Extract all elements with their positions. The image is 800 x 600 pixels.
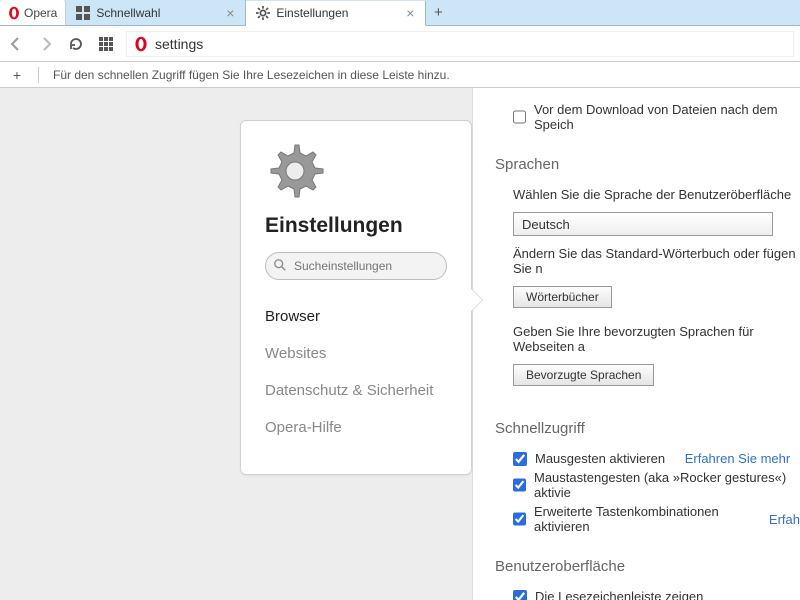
mouse-gestures-checkbox[interactable] bbox=[513, 452, 527, 466]
sidebar-wrap: Einstellungen Browser Websites Datenschu… bbox=[0, 88, 472, 600]
sidebar-item-websites[interactable]: Websites bbox=[265, 335, 447, 372]
download-ask-checkbox-row: Vor dem Download von Dateien nach dem Sp… bbox=[495, 102, 800, 132]
opera-menu-label: Opera bbox=[24, 6, 57, 20]
preferred-languages-button[interactable]: Bevorzugte Sprachen bbox=[513, 364, 654, 386]
preferred-languages-label: Geben Sie Ihre bevorzugten Sprachen für … bbox=[513, 324, 800, 354]
new-tab-button[interactable]: + bbox=[426, 4, 450, 21]
settings-sidebar: Einstellungen Browser Websites Datenschu… bbox=[240, 120, 472, 475]
close-icon[interactable]: × bbox=[223, 6, 237, 20]
divider bbox=[38, 67, 39, 83]
speed-dial-icon bbox=[76, 6, 90, 20]
settings-search-input[interactable] bbox=[265, 252, 447, 280]
show-bookmark-bar-checkbox[interactable] bbox=[513, 590, 527, 600]
opera-logo-icon bbox=[133, 36, 149, 52]
url-input[interactable] bbox=[155, 36, 787, 52]
download-ask-label: Vor dem Download von Dateien nach dem Sp… bbox=[534, 102, 800, 132]
section-ui: Benutzeroberfläche bbox=[495, 558, 800, 575]
back-button[interactable] bbox=[6, 34, 26, 54]
rocker-gestures-checkbox[interactable] bbox=[513, 478, 526, 492]
speed-dial-button[interactable] bbox=[96, 34, 116, 54]
toolbar bbox=[0, 26, 800, 62]
sidebar-item-browser[interactable]: Browser bbox=[265, 298, 447, 335]
tab-schnellwahl[interactable]: Schnellwahl × bbox=[66, 0, 246, 25]
search-icon bbox=[273, 258, 287, 272]
close-icon[interactable]: × bbox=[403, 6, 417, 20]
tab-einstellungen[interactable]: Einstellungen × bbox=[246, 1, 426, 26]
dictionary-label: Ändern Sie das Standard-Wörterbuch oder … bbox=[513, 246, 800, 276]
sidebar-item-privacy[interactable]: Datenschutz & Sicherheit bbox=[265, 372, 447, 409]
reload-button[interactable] bbox=[66, 34, 86, 54]
dictionaries-button[interactable]: Wörterbücher bbox=[513, 286, 612, 308]
address-bar[interactable] bbox=[126, 31, 794, 57]
settings-content: Vor dem Download von Dateien nach dem Sp… bbox=[472, 88, 800, 600]
section-quickaccess: Schnellzugriff bbox=[495, 420, 800, 437]
sidebar-item-help[interactable]: Opera-Hilfe bbox=[265, 409, 447, 446]
gear-icon-large bbox=[265, 141, 325, 201]
section-languages: Sprachen bbox=[495, 156, 800, 173]
settings-search bbox=[265, 252, 447, 280]
ui-language-select[interactable]: Deutsch bbox=[513, 212, 773, 236]
advanced-shortcuts-link[interactable]: Erfah bbox=[769, 512, 800, 527]
mouse-gestures-label: Mausgesten aktivieren bbox=[535, 451, 665, 466]
bookmark-bar: + Für den schnellen Zugriff fügen Sie Ih… bbox=[0, 62, 800, 88]
ui-language-label: Wählen Sie die Sprache der Benutzeröberf… bbox=[513, 187, 800, 202]
page-title: Einstellungen bbox=[265, 214, 447, 238]
tab-bar: Opera Schnellwahl × Einstellungen × + bbox=[0, 0, 800, 26]
advanced-shortcuts-checkbox[interactable] bbox=[513, 512, 526, 526]
advanced-shortcuts-label: Erweiterte Tastenkombinationen aktiviere… bbox=[534, 504, 749, 534]
gear-icon bbox=[256, 6, 270, 20]
add-bookmark-button[interactable]: + bbox=[10, 67, 24, 83]
rocker-gestures-label: Maustastengesten (aka »Rocker gestures«)… bbox=[534, 470, 800, 500]
mouse-gestures-learn-more-link[interactable]: Erfahren Sie mehr bbox=[685, 451, 791, 466]
main-area: Einstellungen Browser Websites Datenschu… bbox=[0, 88, 800, 600]
opera-logo-icon bbox=[8, 6, 20, 20]
download-ask-checkbox[interactable] bbox=[513, 110, 526, 124]
show-bookmark-bar-label: Die Lesezeichenleiste zeigen bbox=[535, 589, 703, 600]
opera-menu-button[interactable]: Opera bbox=[0, 0, 66, 25]
forward-button[interactable] bbox=[36, 34, 56, 54]
bookmark-hint-text: Für den schnellen Zugriff fügen Sie Ihre… bbox=[53, 68, 450, 82]
active-pointer bbox=[471, 289, 482, 311]
tab-label: Einstellungen bbox=[276, 6, 348, 20]
tab-label: Schnellwahl bbox=[96, 6, 160, 20]
